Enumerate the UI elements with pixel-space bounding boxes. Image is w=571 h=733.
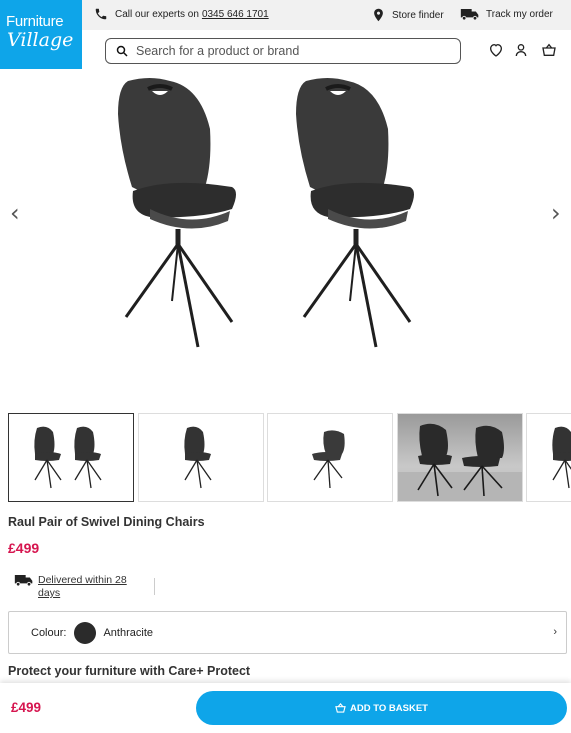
add-to-basket-label: ADD TO BASKET (350, 702, 428, 714)
colour-swatch (74, 621, 97, 644)
thumbnail-pair-image (34, 426, 102, 489)
track-order-link[interactable]: Track my order (460, 7, 553, 21)
call-text: Call our experts on (115, 8, 199, 20)
delivery-info[interactable]: Delivered within 28 days (14, 573, 148, 600)
search-bar[interactable] (105, 38, 461, 64)
search-input[interactable] (136, 44, 436, 58)
wishlist-heart-icon[interactable] (488, 42, 504, 58)
sticky-price: £499 (11, 700, 42, 715)
location-pin-icon (374, 8, 383, 22)
track-order-label: Track my order (486, 8, 553, 20)
delivery-link[interactable]: Delivered within 28 days (38, 574, 148, 600)
search-icon (116, 45, 128, 57)
colour-name: Anthracite (103, 626, 153, 639)
product-title: Raul Pair of Swivel Dining Chairs (8, 515, 205, 529)
phone-number-link[interactable]: 0345 646 1701 (202, 9, 269, 20)
product-price: £499 (8, 540, 40, 556)
call-experts: Call our experts on 0345 646 1701 (94, 7, 269, 21)
thumbnail-4[interactable] (397, 413, 523, 502)
product-hero-image[interactable] (0, 69, 571, 411)
logo-line-1: Furniture (6, 13, 64, 30)
thumbnail-partial-image (552, 426, 571, 489)
care-protect-heading: Protect your furniture with Care+ Protec… (8, 664, 251, 678)
chair-pair-illustration (118, 78, 414, 348)
chevron-right-icon: › (553, 626, 557, 638)
thumbnail-single-image (184, 426, 212, 489)
delivery-truck-icon (14, 575, 33, 587)
sticky-add-to-basket-bar: £499 ADD TO BASKET (0, 683, 571, 733)
delivery-truck-icon (460, 9, 479, 21)
furniture-village-logo[interactable]: Furniture Village (0, 0, 82, 69)
phone-icon (95, 8, 107, 20)
chair-right (296, 78, 414, 348)
store-finder-label: Store finder (392, 9, 444, 21)
chair-left (118, 78, 236, 348)
colour-label: Colour: (31, 626, 67, 639)
thumbnail-3[interactable] (267, 413, 393, 502)
add-to-basket-button[interactable]: ADD TO BASKET (196, 691, 567, 725)
thumbnail-2[interactable] (138, 413, 264, 502)
thumbnail-room-image (398, 423, 522, 501)
gallery-prev-arrow[interactable]: ‹ (10, 201, 20, 225)
account-user-icon[interactable] (513, 42, 529, 58)
top-bar: Call our experts on 0345 646 1701 Store … (82, 0, 571, 30)
divider (154, 578, 155, 595)
logo-line-2: Village (7, 29, 74, 51)
gallery-next-arrow[interactable]: › (551, 201, 561, 225)
colour-selector[interactable]: Colour: Anthracite › (8, 611, 567, 654)
thumbnail-1[interactable] (8, 413, 134, 502)
thumbnail-5[interactable] (526, 413, 571, 502)
basket-icon[interactable] (540, 42, 558, 58)
thumbnail-strip (8, 413, 571, 503)
thumbnail-back-image (312, 430, 345, 489)
basket-icon (335, 703, 346, 713)
store-finder-link[interactable]: Store finder (371, 7, 444, 23)
